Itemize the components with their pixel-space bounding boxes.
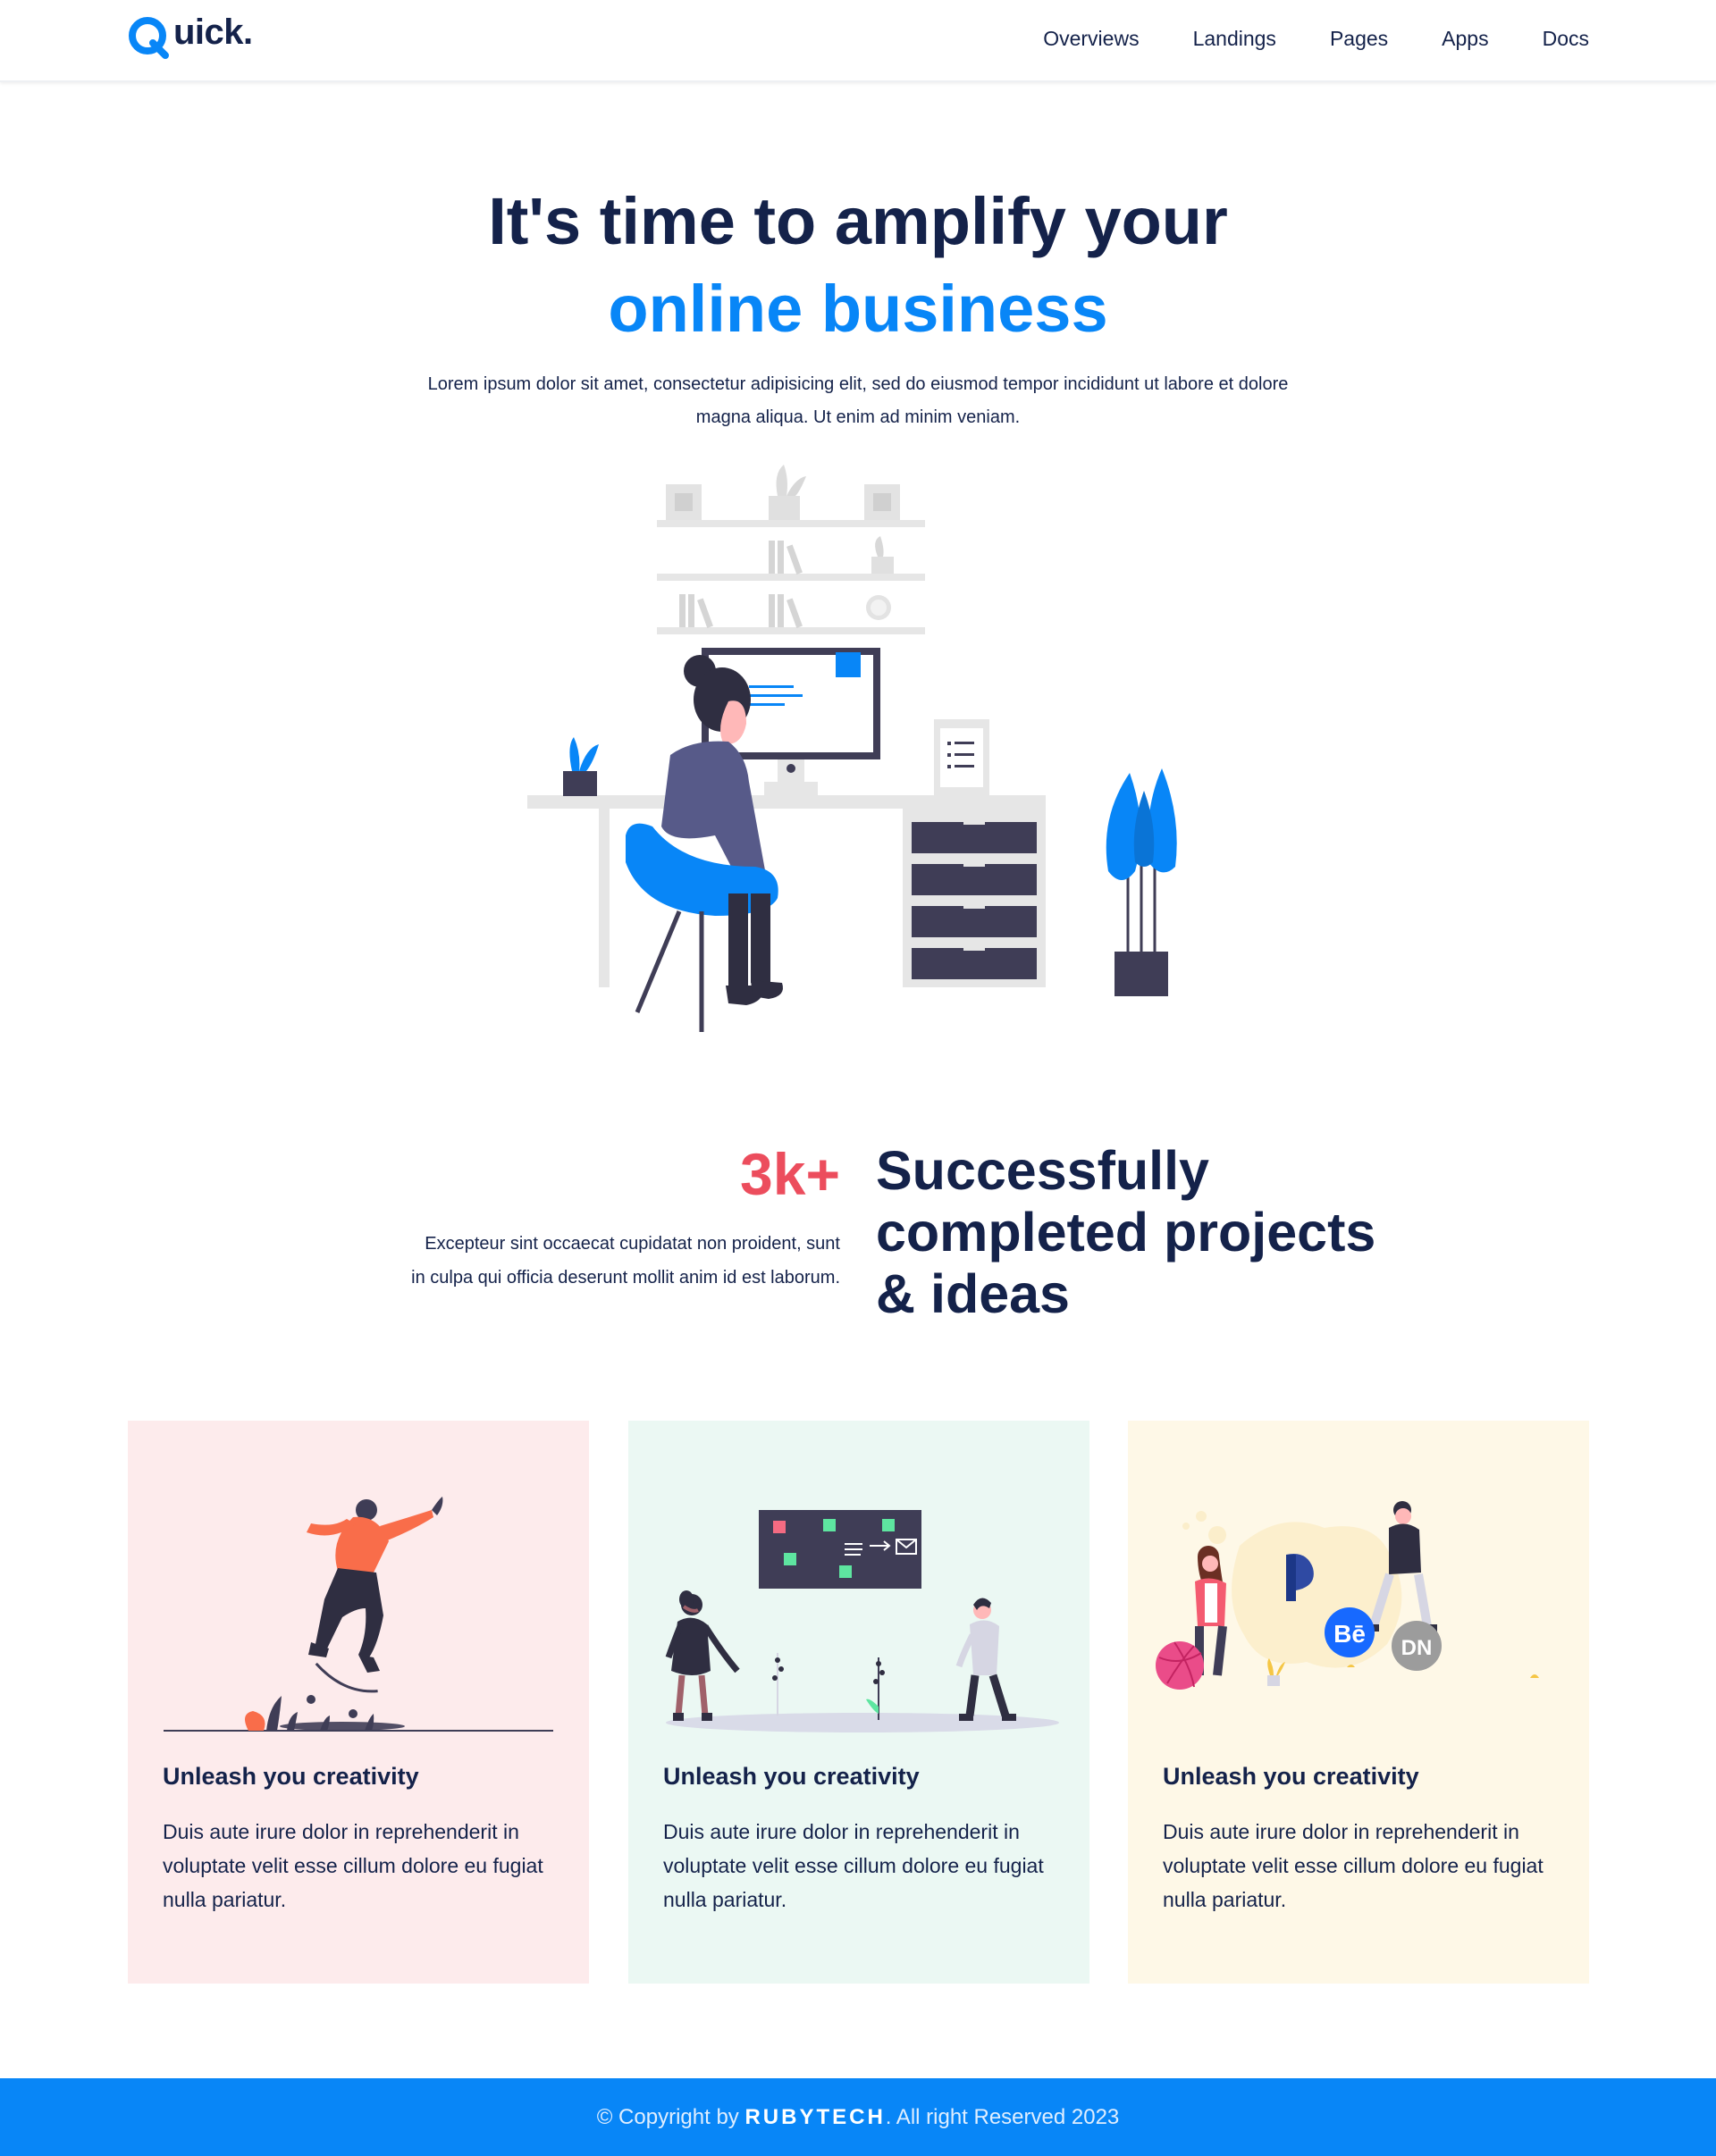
logo-q-icon (129, 17, 169, 59)
skater-illustration (164, 1497, 553, 1732)
navbar: uick. Overviews Landings Pages Apps Docs (0, 0, 1716, 82)
card-title: Unleash you creativity (1163, 1763, 1419, 1790)
nav-landings[interactable]: Landings (1193, 27, 1276, 51)
stat-number: 3k+ (740, 1141, 840, 1207)
feature-card-3: Bē DN Unleash you creativity Duis aute i… (1128, 1421, 1589, 1984)
nav-pages[interactable]: Pages (1330, 27, 1388, 51)
hero-title-line2: online business (608, 272, 1108, 346)
nav-overviews[interactable]: Overviews (1043, 27, 1139, 51)
copyright-suffix: . All right Reserved 2023 (885, 2105, 1120, 2129)
dribbble-icon (1156, 1641, 1204, 1690)
presentation-illustration (665, 1510, 1059, 1732)
stat-heading: Successfully completed projects & ideas (876, 1140, 1376, 1324)
logo-text: uick. (173, 13, 253, 52)
social-illustration: Bē DN (1156, 1501, 1539, 1690)
card-text: Duis aute irure dolor in reprehenderit i… (1163, 1820, 1544, 1911)
card-text: Duis aute irure dolor in reprehenderit i… (163, 1820, 543, 1911)
card-title: Unleash you creativity (663, 1763, 920, 1790)
card-title: Unleash you creativity (163, 1763, 419, 1790)
behance-icon: Bē (1325, 1607, 1375, 1657)
footer-brand-link[interactable]: RUBYTECH (744, 2105, 885, 2129)
nav-docs[interactable]: Docs (1543, 27, 1589, 51)
svg-text:DN: DN (1401, 1636, 1433, 1660)
feature-card-2: Unleash you creativity Duis aute irure d… (628, 1421, 1089, 1984)
dn-icon: DN (1392, 1621, 1442, 1671)
footer: © Copyright by RUBYTECH. All right Reser… (0, 2078, 1716, 2156)
stat-description: Excepteur sint occaecat cupidatat non pr… (411, 1234, 840, 1288)
card-text: Duis aute irure dolor in reprehenderit i… (663, 1820, 1044, 1911)
hero-title-line1: It's time to amplify your (488, 184, 1228, 258)
copyright-prefix: © Copyright by (596, 2105, 745, 2129)
svg-text:Bē: Bē (1333, 1620, 1366, 1648)
logo[interactable]: uick. (126, 13, 253, 59)
nav-apps[interactable]: Apps (1442, 27, 1488, 51)
workspace-illustration (527, 465, 1177, 1032)
main-nav: Overviews Landings Pages Apps Docs (989, 27, 1589, 51)
feature-card-1: Unleash you creativity Duis aute irure d… (128, 1421, 589, 1984)
hero-description: Lorem ipsum dolor sit amet, consectetur … (427, 374, 1289, 427)
